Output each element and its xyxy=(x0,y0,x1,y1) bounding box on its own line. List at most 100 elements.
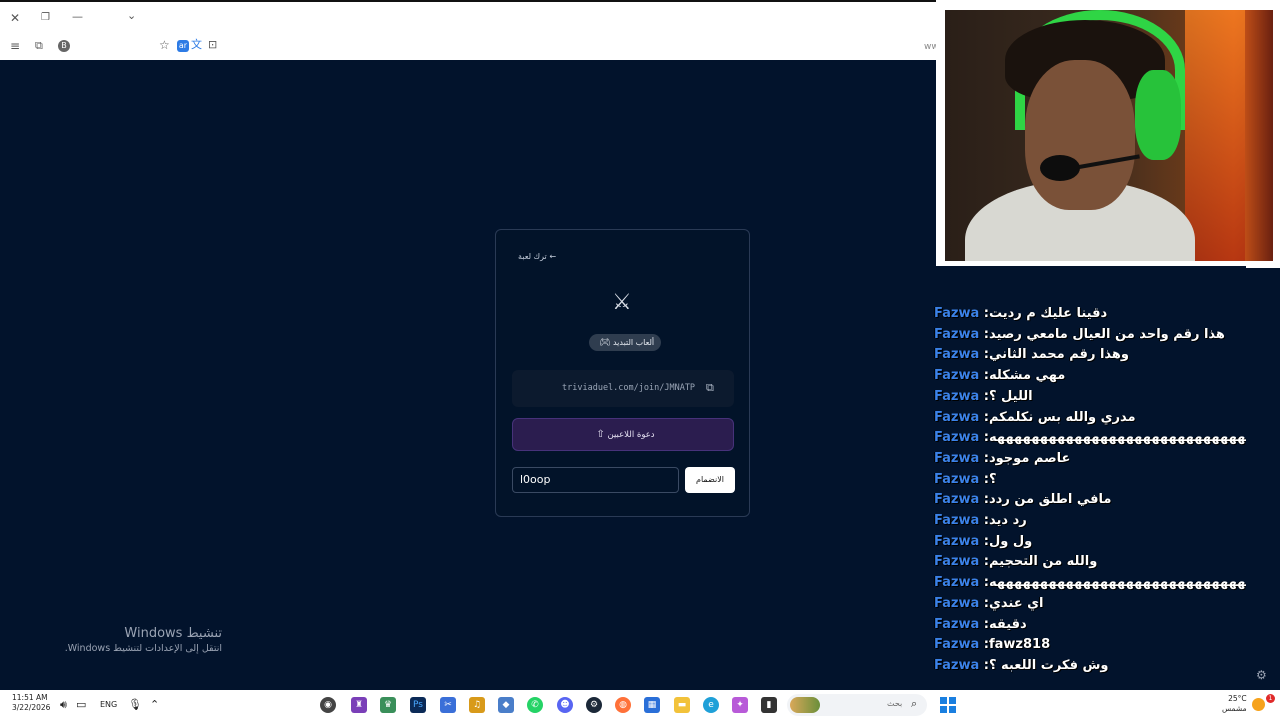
leave-game-link[interactable]: ← ترك لعبة xyxy=(518,252,556,261)
chat-message: Fazwa :وهذا رقم محمد الثاني xyxy=(934,347,1129,367)
chat-separator: : xyxy=(979,471,989,487)
translate-icon[interactable]: 文 xyxy=(191,39,202,51)
chat-username[interactable]: Fazwa xyxy=(934,575,979,590)
profile-icon[interactable]: B xyxy=(58,40,70,52)
chat-username[interactable]: Fazwa xyxy=(934,389,979,404)
terminal-icon[interactable]: ▮ xyxy=(761,697,777,713)
chat-username[interactable]: Fazwa xyxy=(934,451,979,466)
gear-icon[interactable]: ⚙ xyxy=(1256,668,1267,682)
chat-username[interactable]: Fazwa xyxy=(934,492,979,507)
steam-icon[interactable]: ⚙ xyxy=(586,697,602,713)
invite-players-button[interactable]: دعوة اللاعبين ⇧ xyxy=(512,418,734,451)
chat-text: اي عندي xyxy=(988,595,1044,611)
taskbar: 🔊︎ ▭ ENG 🎙︎ ⌃ ◉ ♜ ♛ Ps ✂ ♫ ◆ ✆ ☻ ⚙ ◍ ▦ ▬… xyxy=(0,690,1280,720)
chat-separator: : xyxy=(979,368,989,384)
chat-username[interactable]: Fazwa xyxy=(934,472,979,487)
join-button[interactable]: الانضمام xyxy=(685,467,735,493)
chat-username[interactable]: Fazwa xyxy=(934,637,979,652)
player-name-input[interactable]: l0oop xyxy=(512,467,679,493)
edge-icon[interactable]: e xyxy=(703,697,719,713)
chat-text: ههههههههههههههههههههههههههههههههههههه xyxy=(988,430,1246,446)
game-app2-icon[interactable]: ♛ xyxy=(380,697,396,713)
weather-temperature: 25°C xyxy=(1228,694,1247,703)
chat-username[interactable]: Fazwa xyxy=(934,430,979,445)
whatsapp-icon[interactable]: ✆ xyxy=(527,697,543,713)
extensions-icon[interactable]: ⧉ xyxy=(35,40,43,52)
stream-chat: Fazwa :دقينا عليك م رديت Fazwa :هذا رقم و… xyxy=(934,266,1246,690)
chat-separator: : xyxy=(979,430,989,446)
chat-separator: : xyxy=(979,616,989,632)
photoshop-icon[interactable]: Ps xyxy=(410,697,426,713)
language-indicator[interactable]: ENG xyxy=(100,690,117,720)
app-icon[interactable]: ◆ xyxy=(498,697,514,713)
star-icon[interactable]: ☆ xyxy=(159,39,170,51)
menu-icon[interactable]: ≡ xyxy=(10,40,20,52)
notification-badge[interactable]: 1 xyxy=(1266,694,1275,703)
chat-username[interactable]: Fazwa xyxy=(934,554,979,569)
clock[interactable]: 11:51 AM 3/22/2026 xyxy=(12,693,50,713)
restore-icon[interactable]: ❐ xyxy=(41,12,50,24)
folder-icon[interactable]: ▬ xyxy=(674,697,690,713)
chat-username[interactable]: Fazwa xyxy=(934,596,979,611)
invite-players-label: دعوة اللاعبين xyxy=(607,430,655,440)
download-icon[interactable]: ⊡ xyxy=(208,39,217,51)
game-mode-label: ألعاب التبديد xyxy=(612,338,655,347)
game-lobby-card: ← ترك لعبة ⚔ ألعاب التبديد 🎮︎ triviaduel… xyxy=(495,229,750,517)
minimize-icon[interactable]: — xyxy=(72,11,83,23)
display-icon[interactable]: ▭ xyxy=(76,690,86,720)
chat-separator: : xyxy=(979,492,989,508)
chat-text: وش فكرت اللعبه ؟ xyxy=(988,657,1109,673)
chat-text: والله من التحجيم xyxy=(988,554,1098,570)
search-icon: ⌕ xyxy=(911,697,918,710)
chat-message: Fazwa :؟ xyxy=(934,472,997,492)
chat-message: Fazwa :ههههههههههههههههههههههههههههههههه… xyxy=(934,575,1246,595)
chat-text: ول ول xyxy=(988,533,1033,549)
chat-separator: : xyxy=(979,533,989,549)
close-icon[interactable]: ✕ xyxy=(10,12,20,24)
copilot-icon[interactable]: ✦ xyxy=(732,697,748,713)
microphone-icon[interactable]: 🎙︎ xyxy=(128,690,142,720)
chat-username[interactable]: Fazwa xyxy=(934,368,979,383)
store-icon[interactable]: ▦ xyxy=(644,697,660,713)
chat-username[interactable]: Fazwa xyxy=(934,410,979,425)
copy-icon[interactable]: ⧉ xyxy=(706,381,714,395)
obs-icon[interactable]: ◉ xyxy=(320,697,336,713)
chevron-down-icon[interactable]: ⌄ xyxy=(127,10,136,22)
windows-start-icon[interactable] xyxy=(940,697,956,713)
weather-label: مشمس xyxy=(1222,704,1247,713)
firefox-icon[interactable]: ◍ xyxy=(615,697,631,713)
chat-username[interactable]: Fazwa xyxy=(934,347,979,362)
chat-message: Fazwa :والله من التحجيم xyxy=(934,554,1097,574)
chat-text: ؟ xyxy=(988,471,997,487)
chevron-up-icon[interactable]: ⌃ xyxy=(150,690,159,720)
weather-widget[interactable]: 25°C مشمس xyxy=(1222,694,1247,714)
chat-message: Fazwa :وش فكرت اللعبه ؟ xyxy=(934,658,1109,678)
join-link-text[interactable]: triviaduel.com/join/JMNATP xyxy=(562,383,695,393)
fl-studio-icon[interactable]: ♫ xyxy=(469,697,485,713)
chat-username[interactable]: Fazwa xyxy=(934,658,979,673)
discord-icon[interactable]: ☻ xyxy=(557,697,573,713)
microphone xyxy=(1040,155,1080,181)
face xyxy=(1025,60,1135,210)
chat-username[interactable]: Fazwa xyxy=(934,306,979,321)
browser-toolbar: ✕ ❐ — ⌄ ≡ ⧉ B ☆ ar 文 ⊡ ww xyxy=(0,0,939,60)
chat-text: مهي مشكله xyxy=(988,368,1066,384)
webcam-video xyxy=(945,10,1273,261)
chat-username[interactable]: Fazwa xyxy=(934,617,979,632)
capcut-icon[interactable]: ✂ xyxy=(440,697,456,713)
translate-ext-icon[interactable]: ar xyxy=(177,40,189,52)
chat-separator: : xyxy=(979,513,989,528)
game-app-icon[interactable]: ♜ xyxy=(351,697,367,713)
chat-message: Fazwa :ول ول xyxy=(934,534,1032,554)
chat-username[interactable]: Fazwa xyxy=(934,534,979,549)
search-placeholder: بحث xyxy=(887,699,903,708)
speaker-icon[interactable]: 🔊︎ xyxy=(60,690,67,720)
chat-username[interactable]: Fazwa xyxy=(934,513,979,528)
chat-text: رد ديد xyxy=(988,513,1027,528)
chat-text: دقيقه xyxy=(988,616,1027,632)
taskbar-search[interactable]: بحث ⌕ xyxy=(787,694,927,716)
chat-username[interactable]: Fazwa xyxy=(934,327,979,342)
chat-separator: : xyxy=(979,450,989,466)
chat-message: Fazwa :هذا رقم واحد من العيال مامعي رصيد xyxy=(934,327,1225,347)
chat-separator: : xyxy=(979,347,989,363)
